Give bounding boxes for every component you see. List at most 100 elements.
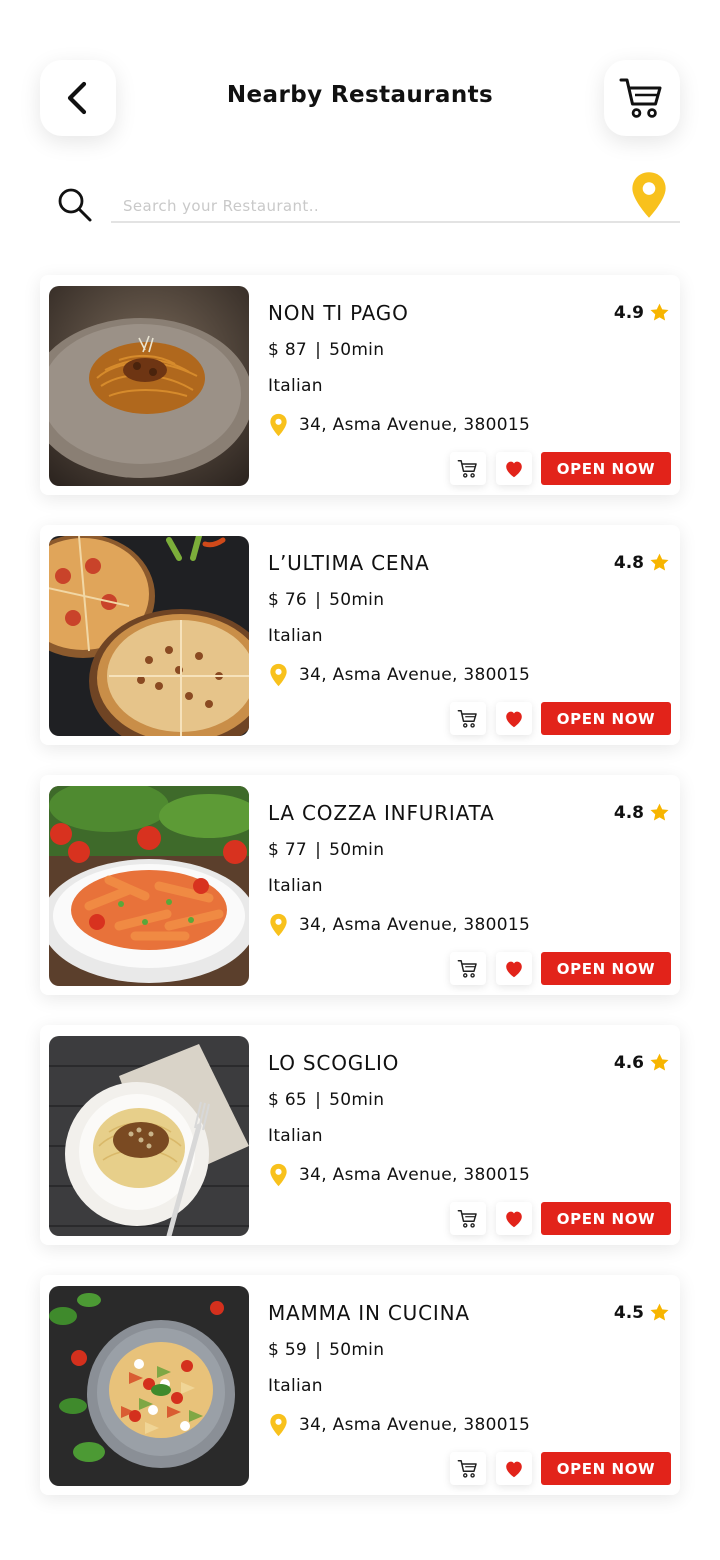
add-to-cart-button[interactable] <box>450 1202 486 1235</box>
rating: 4.8 <box>614 802 670 823</box>
cuisine: Italian <box>268 1376 323 1396</box>
address: 34, Asma Avenue, 380015 <box>268 663 530 687</box>
price: $ 65 <box>268 1090 308 1110</box>
rating-value: 4.9 <box>613 302 644 323</box>
heart-icon <box>503 1458 525 1480</box>
open-now-button[interactable]: OPEN NOW <box>541 1452 671 1485</box>
delivery-time: 50min <box>329 340 385 360</box>
favorite-button[interactable] <box>496 952 532 985</box>
penne-pasta-photo <box>49 786 249 986</box>
cuisine: Italian <box>268 876 323 896</box>
search-input[interactable] <box>112 193 602 219</box>
cart-icon <box>457 458 479 480</box>
address-text: 34, Asma Avenue, 380015 <box>299 665 531 685</box>
restaurant-name: LA COZZA INFURIATA <box>268 801 495 825</box>
separator: | <box>315 1340 322 1360</box>
search-icon[interactable] <box>56 186 94 224</box>
open-now-button[interactable]: OPEN NOW <box>541 452 671 485</box>
restaurant-list: NON TI PAGO 4.9 $ 87 | 50min Italian 34, A… <box>40 275 680 1525</box>
add-to-cart-button[interactable] <box>450 702 486 735</box>
restaurant-card[interactable]: L’ULTIMA CENA 4.8 $ 76 | 50min Italian 34,… <box>40 525 680 745</box>
address-text: 34, Asma Avenue, 380015 <box>299 1165 531 1185</box>
star-icon <box>649 802 670 823</box>
separator: | <box>315 1090 322 1110</box>
chevron-left-icon <box>67 81 87 115</box>
delivery-time: 50min <box>329 1340 385 1360</box>
price: $ 87 <box>268 340 308 360</box>
address: 34, Asma Avenue, 380015 <box>268 913 530 937</box>
rating-value: 4.8 <box>613 802 644 823</box>
delivery-time: 50min <box>329 840 385 860</box>
location-pin-icon <box>268 1163 289 1187</box>
rating-value: 4.6 <box>613 1052 644 1073</box>
favorite-button[interactable] <box>496 1202 532 1235</box>
separator: | <box>315 340 322 360</box>
address-text: 34, Asma Avenue, 380015 <box>299 1415 531 1435</box>
restaurant-name: L’ULTIMA CENA <box>268 551 430 575</box>
favorite-button[interactable] <box>496 702 532 735</box>
cart-icon <box>457 958 479 980</box>
farfalle-salad-photo <box>49 1286 249 1486</box>
address-text: 34, Asma Avenue, 380015 <box>299 915 531 935</box>
restaurant-card[interactable]: MAMMA IN CUCINA 4.5 $ 59 | 50min Italian 3… <box>40 1275 680 1495</box>
favorite-button[interactable] <box>496 1452 532 1485</box>
restaurant-card[interactable]: LA COZZA INFURIATA 4.8 $ 77 | 50min Italia… <box>40 775 680 995</box>
cart-icon <box>619 78 662 118</box>
rating: 4.5 <box>614 1302 670 1323</box>
cuisine: Italian <box>268 376 323 396</box>
add-to-cart-button[interactable] <box>450 1452 486 1485</box>
cart-icon <box>457 708 479 730</box>
price-time: $ 65 | 50min <box>268 1090 384 1110</box>
price-time: $ 76 | 50min <box>268 590 384 610</box>
star-icon <box>649 552 670 573</box>
heart-icon <box>503 458 525 480</box>
address: 34, Asma Avenue, 380015 <box>268 1163 530 1187</box>
heart-icon <box>503 708 525 730</box>
spaghetti-bolognese-photo <box>49 286 249 486</box>
favorite-button[interactable] <box>496 452 532 485</box>
page-title: Nearby Restaurants <box>226 82 494 108</box>
price: $ 59 <box>268 1340 308 1360</box>
cart-icon <box>457 1458 479 1480</box>
delivery-time: 50min <box>329 590 385 610</box>
cuisine: Italian <box>268 626 323 646</box>
location-pin-icon <box>268 913 289 937</box>
separator: | <box>315 840 322 860</box>
pizza-photo <box>49 536 249 736</box>
rating: 4.9 <box>614 302 670 323</box>
location-pin-icon <box>268 1413 289 1437</box>
rating: 4.6 <box>614 1052 670 1073</box>
price-time: $ 87 | 50min <box>268 340 384 360</box>
location-pin-icon <box>268 663 289 687</box>
open-now-button[interactable]: OPEN NOW <box>541 702 671 735</box>
address-text: 34, Asma Avenue, 380015 <box>299 415 531 435</box>
nearby-restaurants-screen: Nearby Restaurants Search your Restauran… <box>0 0 720 1560</box>
cart-icon <box>457 1208 479 1230</box>
rating-value: 4.5 <box>613 1302 644 1323</box>
open-now-button[interactable]: OPEN NOW <box>541 952 671 985</box>
rating-value: 4.8 <box>613 552 644 573</box>
restaurant-name: NON TI PAGO <box>268 301 409 325</box>
rating: 4.8 <box>614 552 670 573</box>
star-icon <box>649 1302 670 1323</box>
restaurant-name: LO SCOGLIO <box>268 1051 400 1075</box>
separator: | <box>315 590 322 610</box>
cart-button[interactable] <box>604 60 680 136</box>
cuisine: Italian <box>268 1126 323 1146</box>
add-to-cart-button[interactable] <box>450 452 486 485</box>
address: 34, Asma Avenue, 380015 <box>268 413 530 437</box>
location-pin-icon[interactable] <box>628 170 670 220</box>
add-to-cart-button[interactable] <box>450 952 486 985</box>
restaurant-card[interactable]: NON TI PAGO 4.9 $ 87 | 50min Italian 34, A… <box>40 275 680 495</box>
delivery-time: 50min <box>329 1090 385 1110</box>
price: $ 76 <box>268 590 308 610</box>
back-button[interactable] <box>40 60 116 136</box>
heart-icon <box>503 958 525 980</box>
star-icon <box>649 1052 670 1073</box>
price-time: $ 77 | 50min <box>268 840 384 860</box>
price-time: $ 59 | 50min <box>268 1340 384 1360</box>
restaurant-card[interactable]: LO SCOGLIO 4.6 $ 65 | 50min Italian 34, As… <box>40 1025 680 1245</box>
open-now-button[interactable]: OPEN NOW <box>541 1202 671 1235</box>
price: $ 77 <box>268 840 308 860</box>
address: 34, Asma Avenue, 380015 <box>268 1413 530 1437</box>
